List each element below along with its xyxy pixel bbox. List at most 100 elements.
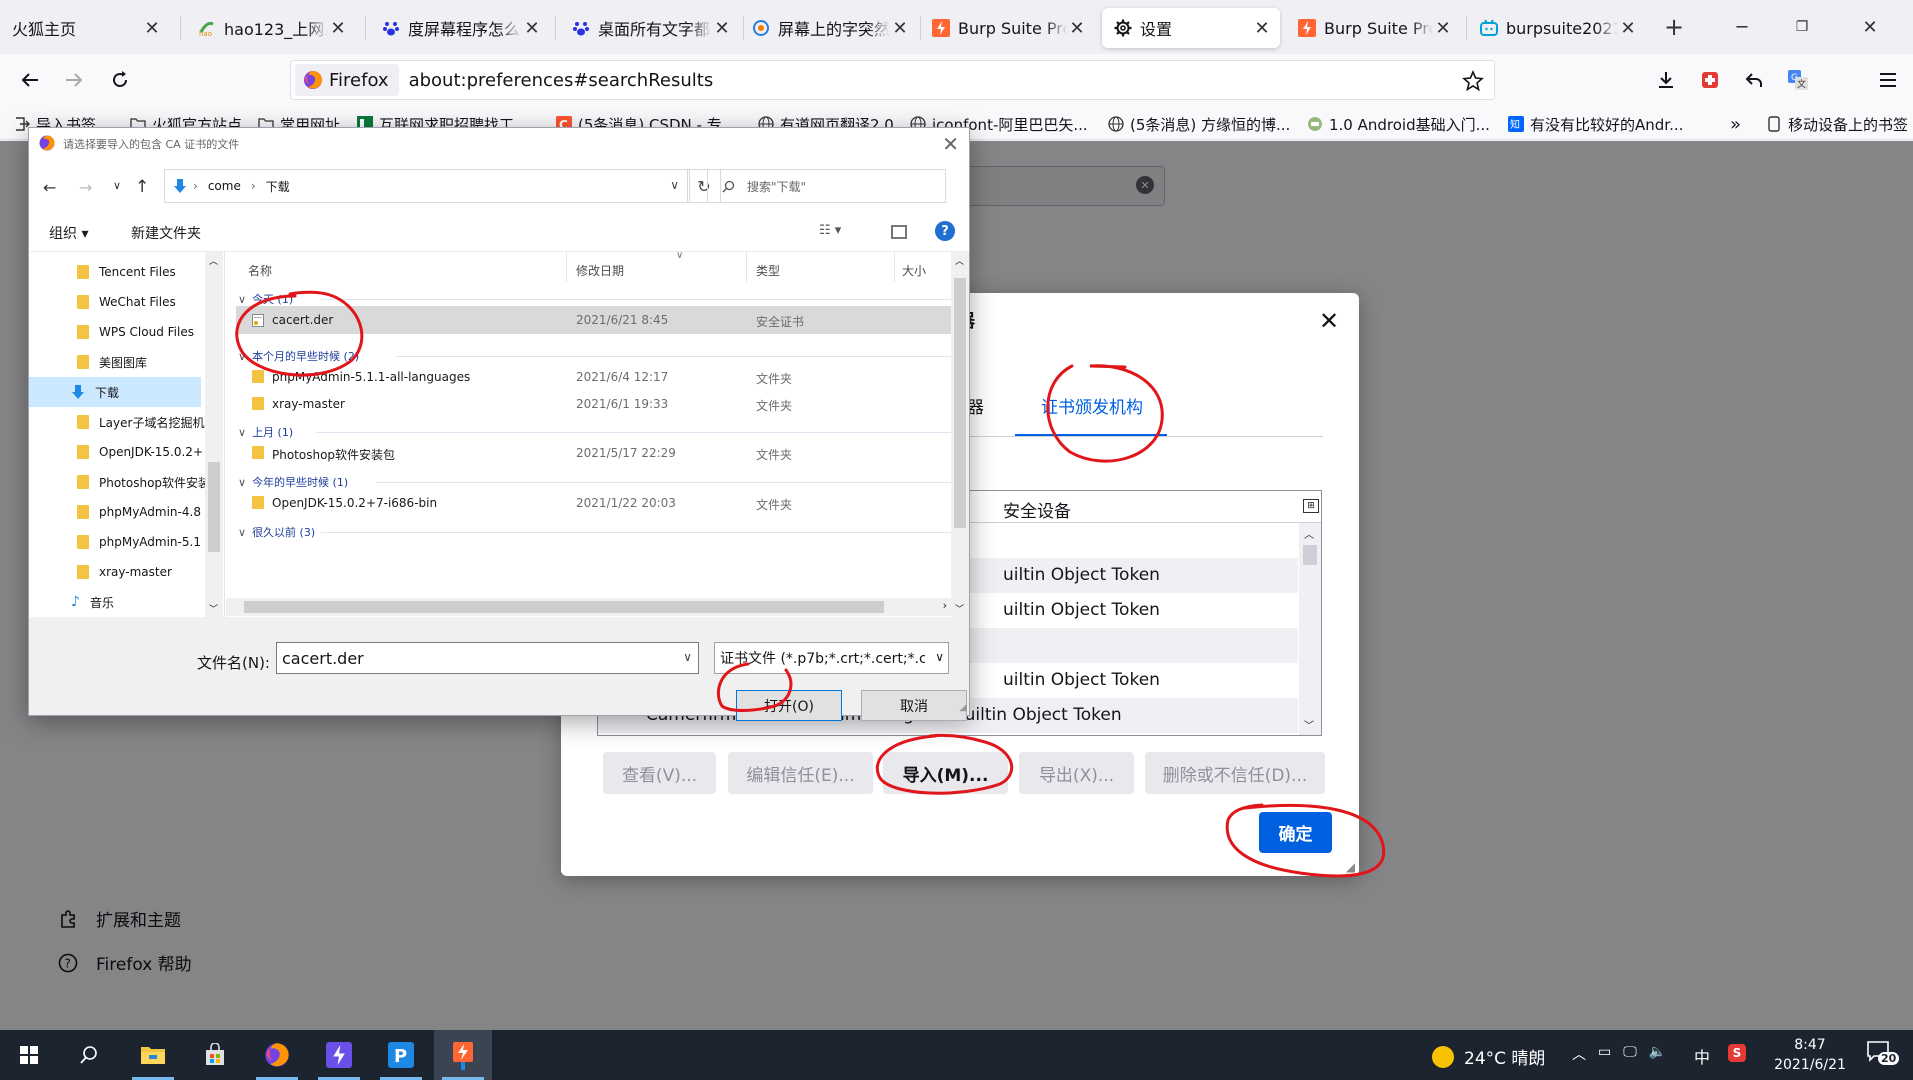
nav-folder[interactable]: xray-master bbox=[77, 557, 224, 587]
search-input[interactable]: 搜索"下载" bbox=[707, 169, 946, 203]
nav-folder[interactable]: 美图图库 bbox=[77, 347, 224, 377]
close-icon[interactable]: ✕ bbox=[890, 18, 910, 39]
sogou-input-icon[interactable]: S bbox=[1728, 1044, 1746, 1062]
group-header[interactable]: ∨ 很久以前 (3) bbox=[238, 524, 315, 540]
ime-indicator[interactable]: 中 bbox=[1694, 1044, 1710, 1068]
scrollbar-thumb[interactable] bbox=[244, 601, 884, 613]
scrollbar-thumb[interactable] bbox=[1303, 545, 1317, 565]
file-row[interactable]: xray-master 2021/6/1 19:33 文件夹 bbox=[236, 390, 952, 418]
extension-button[interactable] bbox=[1692, 62, 1728, 98]
close-icon[interactable]: ✕ bbox=[328, 18, 348, 39]
clock[interactable]: 8:47 2021/6/21 bbox=[1765, 1035, 1855, 1075]
app-menu-button[interactable] bbox=[1870, 62, 1906, 98]
chevron-down-icon[interactable]: ﹀ bbox=[209, 602, 218, 615]
column-date[interactable]: 修改日期 bbox=[576, 262, 624, 279]
tab-bilibili[interactable]: burpsuite2021_ ✕ bbox=[1468, 8, 1646, 48]
breadcrumb-item[interactable]: come bbox=[208, 179, 241, 193]
up-button[interactable]: ↑ bbox=[135, 177, 149, 197]
chevron-right-icon[interactable]: › bbox=[943, 599, 947, 612]
chevron-up-icon[interactable]: ︿ bbox=[1572, 1044, 1586, 1064]
preview-pane-icon[interactable] bbox=[891, 225, 907, 239]
navigation-pane[interactable]: Tencent Files WeChat Files WPS Cloud Fil… bbox=[29, 252, 225, 617]
bookmark-blog[interactable]: (5条消息) 方缘恒的博... bbox=[1108, 113, 1293, 135]
group-header[interactable]: ∨ 今年的早些时候 (1) bbox=[238, 474, 348, 490]
taskbar-store[interactable] bbox=[186, 1030, 244, 1080]
taskbar-firefox[interactable] bbox=[248, 1030, 306, 1080]
view-options-icon[interactable]: ☷ ▾ bbox=[819, 223, 841, 238]
close-window-button[interactable]: ✕ bbox=[1852, 10, 1888, 44]
file-list-scrollbar[interactable]: ︿ ﹀ bbox=[951, 252, 969, 617]
restore-button[interactable]: ❐ bbox=[1784, 10, 1820, 44]
bookmark-zhihu[interactable]: 知 有没有比较好的Andr... bbox=[1508, 113, 1698, 135]
tab-settings[interactable]: 设置 ✕ bbox=[1102, 8, 1280, 48]
nav-folder[interactable]: phpMyAdmin-4.8 bbox=[77, 497, 224, 527]
close-icon[interactable]: ✕ bbox=[1433, 18, 1453, 39]
cancel-button[interactable]: 取消 bbox=[861, 690, 967, 721]
tab-firefox-home[interactable]: 火狐主页 ✕ bbox=[0, 8, 170, 48]
new-tab-button[interactable]: + bbox=[1656, 10, 1692, 44]
column-type[interactable]: 类型 bbox=[756, 262, 780, 279]
edit-trust-button[interactable]: 编辑信任(E)... bbox=[728, 752, 873, 794]
file-row[interactable]: Photoshop软件安装包 2021/5/17 22:29 文件夹 bbox=[236, 439, 952, 467]
taskbar-burp[interactable] bbox=[310, 1030, 368, 1080]
close-dialog-button[interactable]: ✕ bbox=[1313, 305, 1345, 337]
weather-widget[interactable]: 24°C 晴朗 bbox=[1432, 1044, 1545, 1069]
forward-button[interactable]: → bbox=[79, 178, 92, 197]
reload-button[interactable] bbox=[102, 62, 138, 98]
column-size[interactable]: 大小 bbox=[902, 262, 926, 279]
tab-baidu-1[interactable]: 度屏幕程序怎么打开 ✕ bbox=[370, 8, 550, 48]
undo-close-button[interactable] bbox=[1736, 62, 1772, 98]
file-list[interactable]: 名称 ∨ 修改日期 类型 大小 ∨ 今天 (1) cacert.der 2021/… bbox=[226, 252, 968, 617]
nav-music[interactable]: ♪ 音乐 bbox=[71, 587, 219, 617]
tab-burp-2[interactable]: Burp Suite Professional ✕ bbox=[1286, 8, 1461, 48]
view-button[interactable]: 查看(V)... bbox=[603, 752, 716, 794]
column-name[interactable]: 名称 bbox=[248, 262, 272, 279]
back-button[interactable]: ← bbox=[43, 178, 56, 197]
file-list-hscrollbar[interactable]: › bbox=[226, 598, 951, 616]
taskbar-pycharm[interactable]: P bbox=[372, 1030, 430, 1080]
downloads-button[interactable] bbox=[1648, 62, 1684, 98]
chevron-up-icon[interactable]: ︿ bbox=[209, 254, 218, 267]
group-header[interactable]: ∨ 上月 (1) bbox=[238, 424, 293, 440]
close-icon[interactable]: ✕ bbox=[1252, 18, 1272, 39]
bookmark-star-icon[interactable] bbox=[1462, 70, 1484, 92]
chevron-down-icon[interactable]: ∨ bbox=[933, 650, 944, 664]
taskbar-search-button[interactable] bbox=[60, 1030, 118, 1080]
bookmark-mobile[interactable]: 移动设备上的书签 bbox=[1766, 113, 1913, 135]
column-security-device[interactable]: 安全设备 bbox=[1003, 497, 1071, 522]
open-button[interactable]: 打开(O) bbox=[736, 690, 842, 721]
scrollbar-thumb[interactable] bbox=[954, 278, 966, 528]
identity-box[interactable]: Firefox bbox=[295, 64, 399, 96]
nav-scrollbar[interactable]: ︿ ﹀ bbox=[205, 252, 223, 617]
translate-button[interactable]: G文 bbox=[1780, 62, 1816, 98]
tab-hao123[interactable]: hao hao123_上网从这里开始 ✕ bbox=[186, 8, 356, 48]
start-button[interactable] bbox=[0, 1030, 58, 1080]
chevron-up-icon[interactable]: ︿ bbox=[1304, 526, 1314, 541]
nav-folder[interactable]: Tencent Files bbox=[77, 257, 224, 287]
nav-folder[interactable]: OpenJDK-15.0.2+ bbox=[77, 437, 224, 467]
chevron-down-icon[interactable]: ﹀ bbox=[955, 602, 964, 615]
delete-distrust-button[interactable]: 删除或不信任(D)... bbox=[1145, 752, 1325, 794]
volume-icon[interactable]: 🔈 bbox=[1649, 1044, 1666, 1064]
url-input[interactable]: about:preferences#searchResults bbox=[409, 70, 714, 91]
bookmarks-overflow-button[interactable]: » bbox=[1730, 113, 1750, 135]
tab-burp-1[interactable]: Burp Suite Professional ✕ bbox=[920, 8, 1095, 48]
nav-folder[interactable]: phpMyAdmin-5.1 bbox=[77, 527, 224, 557]
chevron-up-icon[interactable]: ︿ bbox=[955, 254, 964, 267]
export-button[interactable]: 导出(X)... bbox=[1019, 752, 1134, 794]
address-bar[interactable]: › come › 下载 ∨ bbox=[164, 169, 690, 203]
chevron-down-icon[interactable]: ﹀ bbox=[1304, 717, 1314, 732]
nav-folder-downloads[interactable]: 下载 bbox=[29, 377, 201, 407]
close-icon[interactable]: ✕ bbox=[712, 18, 732, 39]
chevron-down-icon[interactable]: ∨ bbox=[683, 650, 692, 664]
bookmark-android[interactable]: 1.0 Android基础入门... bbox=[1307, 113, 1497, 135]
resize-grip-icon[interactable]: ◢ bbox=[959, 702, 967, 713]
nav-folder[interactable]: WPS Cloud Files bbox=[77, 317, 224, 347]
chevron-down-icon[interactable]: ∨ bbox=[670, 178, 679, 192]
close-icon[interactable]: ✕ bbox=[522, 18, 542, 39]
file-row[interactable]: cacert.der 2021/6/21 8:45 安全证书 bbox=[236, 306, 952, 334]
organize-button[interactable]: 组织 ▾ bbox=[49, 223, 88, 243]
battery-icon[interactable]: ▭ bbox=[1598, 1044, 1611, 1064]
notification-center-button[interactable]: 20 bbox=[1866, 1040, 1900, 1070]
scrollbar-thumb[interactable] bbox=[208, 462, 220, 552]
